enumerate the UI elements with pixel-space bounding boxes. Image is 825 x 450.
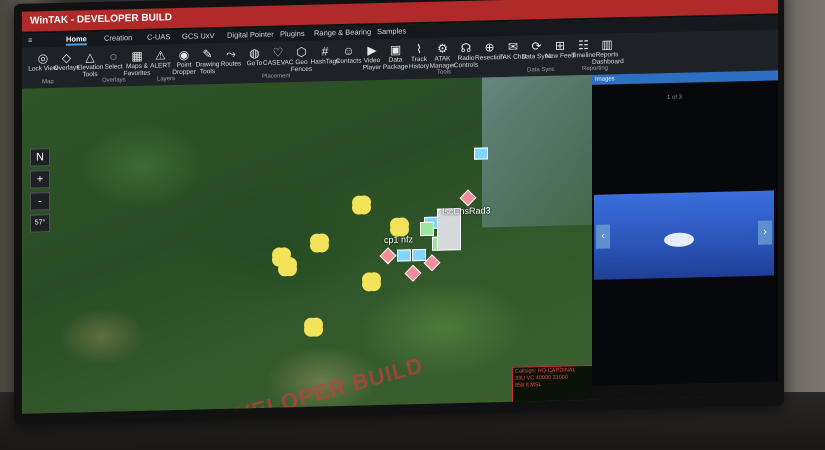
map-marker-hostile[interactable] (459, 189, 477, 207)
tab-plugins[interactable]: Plugins (280, 29, 305, 39)
group-placement: Placement (262, 73, 291, 80)
map-marker-friend[interactable] (412, 248, 426, 262)
taskbar-app-icon[interactable] (382, 409, 391, 414)
map-controls: N + - 57° (30, 148, 52, 299)
self-info-box: Callsign: HQ-CARDINAL 33U VC 40000 31000… (512, 364, 594, 405)
map-marker-unknown[interactable] (390, 217, 404, 232)
image-viewer-panel: Images 1 of 3 ‹ › (592, 70, 778, 400)
map-label-track: IscEnsRad3 (442, 205, 491, 217)
photo-scene: WinTAK - DEVELOPER BUILD ≡ Home Creation… (0, 0, 825, 450)
monitor: WinTAK - DEVELOPER BUILD ≡ Home Creation… (14, 0, 784, 424)
taskbar-app-icon[interactable] (367, 410, 376, 414)
tab-samples[interactable]: Samples (377, 26, 406, 36)
menu-icon[interactable]: ≡ (28, 36, 32, 45)
map-marker-unknown[interactable] (278, 257, 292, 272)
tool-label: Track History (408, 55, 430, 71)
tab-c-uas[interactable]: C-UAS (147, 32, 170, 42)
info-altitude: 858 ft MSL (515, 382, 542, 389)
prev-image-button[interactable]: ‹ (596, 224, 610, 249)
map-label-cp1: cp1 nfz (384, 234, 414, 245)
map-marker-friend[interactable] (474, 147, 488, 160)
group-data-sync: Data Sync (527, 66, 555, 74)
tab-range-bearing[interactable]: Range & Bearing (314, 27, 371, 37)
tool-label: ALERT (150, 62, 171, 70)
tilt-readout[interactable]: 57° (30, 214, 50, 233)
tab-gcs-uxv[interactable]: GCS UxV (182, 31, 215, 41)
map-marker-friend[interactable] (397, 249, 411, 262)
group-tools: Tools (437, 69, 452, 76)
tool-label: Select (104, 63, 123, 71)
chart-icon: ▥ (601, 37, 613, 52)
image-preview: ‹ › (594, 190, 774, 280)
tab-home[interactable]: Home (66, 34, 87, 46)
taskbar-app-icon[interactable] (442, 408, 451, 414)
image-counter: 1 of 3 (667, 94, 683, 102)
window-title: WinTAK - DEVELOPER BUILD (30, 12, 172, 27)
zoom-in-button[interactable]: + (30, 170, 50, 189)
tool-button[interactable]: ▥ Reports Dashboard (592, 37, 624, 66)
map-marker-unknown[interactable] (310, 233, 324, 248)
thermal-object (664, 232, 694, 248)
next-image-button[interactable]: › (758, 220, 772, 245)
map-marker-hostile[interactable] (423, 254, 441, 272)
zoom-out-button[interactable]: - (30, 192, 50, 211)
map-marker-hostile[interactable] (404, 264, 422, 282)
map-marker-neutral[interactable] (420, 221, 434, 237)
compass-north[interactable]: N (30, 148, 50, 167)
map-view[interactable]: N + - 57° cp1 nfz IscEnsRad3 DEVELOPER B… (22, 74, 594, 414)
map-marker-unknown[interactable] (304, 317, 318, 332)
group-overlays: Overlays (102, 77, 126, 84)
map-marker-hostile[interactable] (379, 247, 397, 265)
group-reporting: Reporting (582, 65, 609, 73)
tab-digital-pointer[interactable]: Digital Pointer (227, 30, 274, 40)
taskbar-app-icon[interactable] (397, 409, 406, 414)
map-marker-unknown[interactable] (352, 195, 366, 210)
taskbar-app-icon[interactable] (427, 408, 436, 414)
taskbar-app-icon[interactable] (412, 409, 421, 414)
tab-creation[interactable]: Creation (104, 33, 132, 43)
app-screen: ≡ Home Creation C-UAS GCS UxV Digital Po… (22, 15, 778, 414)
group-map: Map (42, 79, 54, 86)
tool-label: Reports Dashboard (592, 51, 624, 66)
tool-label: Geo Fences (290, 58, 313, 74)
taskbar-app-icon[interactable] (352, 410, 361, 414)
tool-label: Video Player (362, 57, 382, 72)
map-marker-unknown[interactable] (362, 272, 376, 287)
tool-label: Routes (220, 60, 242, 68)
imagery-overlay (482, 74, 592, 228)
tool-label: GoTo (246, 59, 263, 68)
taskbar-app-icon[interactable] (457, 407, 466, 414)
group-layers: Layers (157, 76, 176, 83)
